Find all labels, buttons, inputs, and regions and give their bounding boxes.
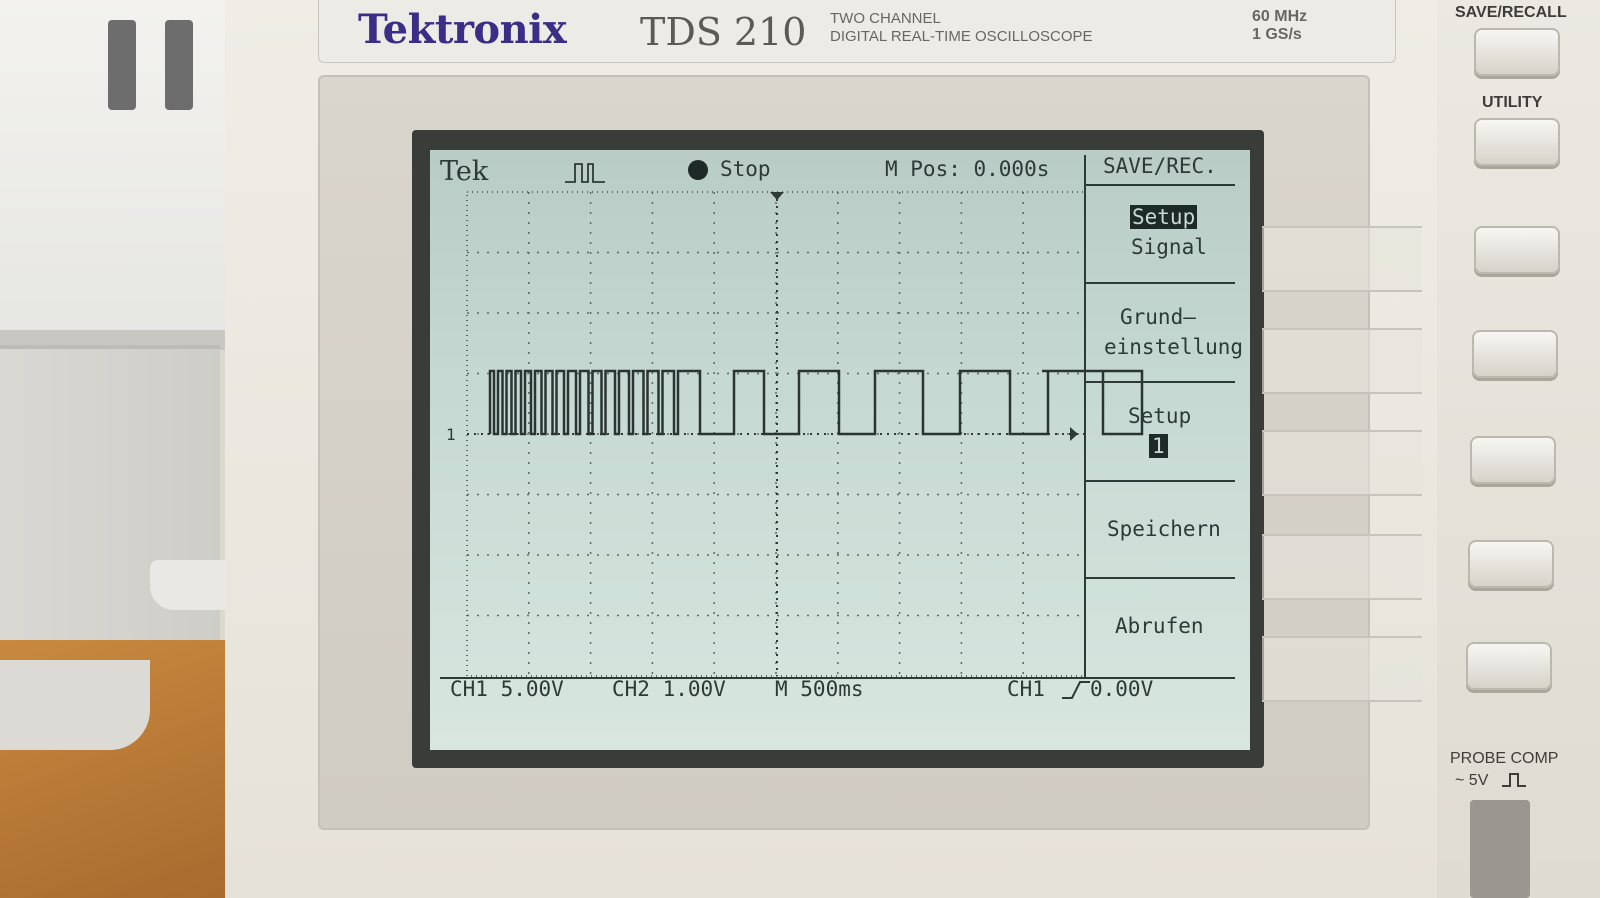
- save-recall-label: SAVE/RECALL: [1455, 4, 1567, 21]
- ch2-volts-per-div: CH2 1.00V: [612, 677, 726, 701]
- menu-button-2[interactable]: [1472, 330, 1558, 378]
- menu-item-default-setup[interactable]: Grund–: [1120, 305, 1196, 329]
- menu-bracket: [1262, 226, 1422, 292]
- menu-button-1[interactable]: [1474, 226, 1560, 274]
- trigger-position-marker: [770, 192, 784, 200]
- rising-edge-icon: [1062, 681, 1090, 699]
- menu-button-4[interactable]: [1468, 540, 1554, 588]
- lcd-screen: Tek Stop M Pos: 0.000s SAVE/REC. 1 Setup…: [430, 150, 1250, 750]
- probe-comp-value: ~ 5V: [1455, 772, 1489, 789]
- probe-comp-label: PROBE COMP: [1450, 750, 1559, 767]
- trigger-source: CH1: [1007, 677, 1045, 701]
- tek-logo: Tek: [440, 156, 489, 187]
- ch1-ground-marker: 1: [446, 425, 456, 444]
- waveform-display: [440, 155, 1235, 699]
- menu-title: SAVE/REC.: [1103, 154, 1217, 178]
- menu-item-setup-signal-option[interactable]: Signal: [1131, 235, 1207, 259]
- utility-label: UTILITY: [1482, 94, 1543, 111]
- trigger-level-marker: [1070, 427, 1078, 441]
- menu-bracket: [1262, 328, 1422, 394]
- square-wave-icon: [1502, 773, 1526, 787]
- menu-item-default-setup-line2[interactable]: einstellung: [1104, 335, 1243, 359]
- model-name: TDS 210: [640, 10, 807, 54]
- utility-button[interactable]: [1474, 118, 1560, 166]
- probe-comp-terminal[interactable]: [1470, 800, 1530, 898]
- menu-bracket: [1262, 430, 1422, 496]
- menu-bracket: [1262, 534, 1422, 600]
- menu-button-3[interactable]: [1470, 436, 1556, 484]
- acquisition-status: Stop: [720, 157, 771, 181]
- model-subtitle-1: TWO CHANNEL: [830, 10, 941, 27]
- wall-peg: [165, 20, 193, 110]
- menu-item-recall[interactable]: Abrufen: [1115, 614, 1204, 638]
- menu-item-setup-slot-number[interactable]: 1: [1149, 434, 1168, 458]
- menu-bracket: [1262, 636, 1422, 702]
- ch1-volts-per-div: CH1 5.00V: [450, 677, 564, 701]
- wall-peg: [108, 20, 136, 110]
- timebase-readout: M 500ms: [775, 677, 864, 701]
- horizontal-position: M Pos: 0.000s: [885, 157, 1050, 181]
- acquire-mode-icon: [565, 163, 605, 183]
- menu-button-5[interactable]: [1466, 642, 1552, 690]
- table-object: [0, 660, 150, 750]
- brand-logo: Tektronix: [358, 6, 567, 53]
- bandwidth-spec: 60 MHz: [1252, 8, 1308, 25]
- menu-item-save[interactable]: Speichern: [1107, 517, 1221, 541]
- model-subtitle-2: DIGITAL REAL-TIME OSCILLOSCOPE: [830, 28, 1093, 45]
- menu-item-setup-signal-title[interactable]: Setup: [1130, 205, 1198, 229]
- save-recall-button[interactable]: [1474, 28, 1560, 76]
- trigger-level: 0.00V: [1090, 677, 1154, 701]
- ch1-waveform: [488, 369, 1144, 436]
- stop-indicator-icon: [688, 160, 708, 180]
- menu-item-setup-slot[interactable]: Setup: [1128, 404, 1191, 428]
- sample-rate-spec: 1 GS/s: [1252, 26, 1302, 43]
